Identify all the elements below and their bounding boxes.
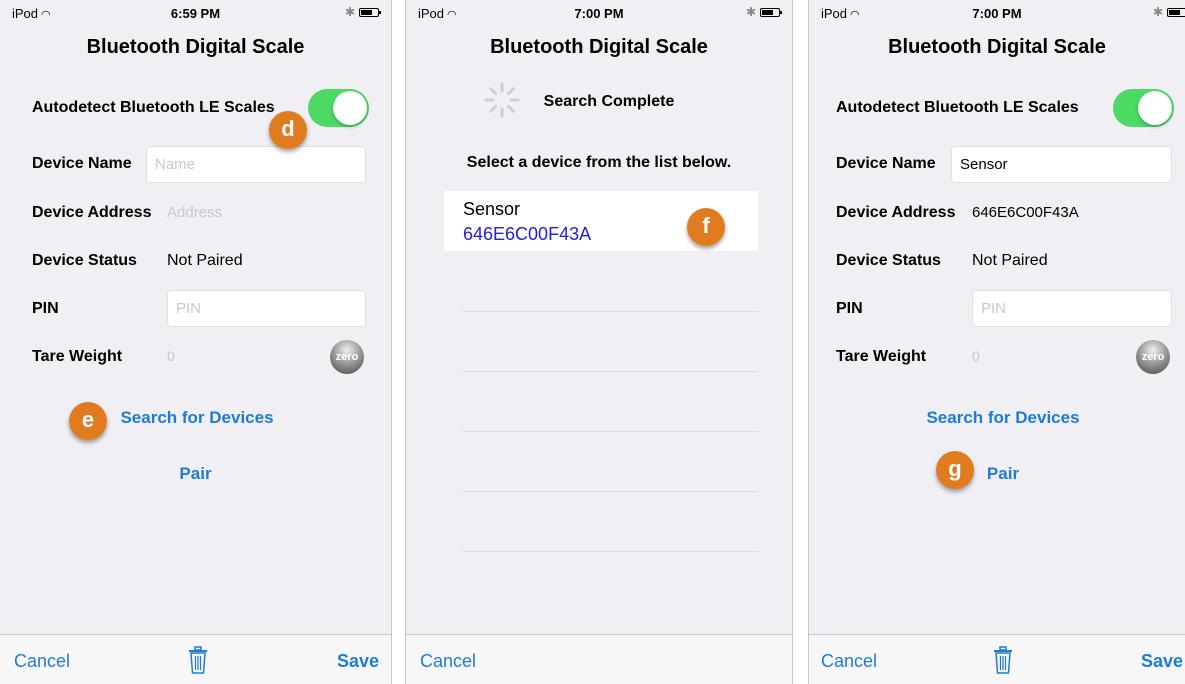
tare-weight-value: 0 [972,348,980,364]
device-address-value: 646E6C00F43A [972,204,1079,221]
pin-field[interactable] [972,290,1172,327]
list-separator [462,491,758,492]
device-status-label: Device Status [32,252,137,269]
status-time: 7:00 PM [972,6,1022,21]
device-name-field[interactable] [951,146,1172,183]
pair-link[interactable]: Pair [809,464,1185,484]
bluetooth-icon: ✱ [1152,5,1163,19]
cancel-button[interactable]: Cancel [14,651,70,672]
pin-field[interactable] [167,290,366,327]
callout-badge-f: f [687,208,725,246]
trash-icon[interactable] [188,645,208,675]
page-title: Bluetooth Digital Scale [490,36,708,58]
device-address-label: Device Address [836,204,956,221]
device-name-label: Device Name [32,155,132,172]
list-separator [462,371,758,372]
search-for-devices-link[interactable]: Search for Devices [809,408,1185,428]
device-name-label: Device Name [836,155,936,172]
list-separator [462,311,758,312]
zero-button[interactable]: zero [1136,340,1170,374]
page-title: Bluetooth Digital Scale [86,36,305,58]
autodetect-toggle[interactable] [308,89,369,127]
tare-weight-value: 0 [167,348,175,364]
cancel-button[interactable]: Cancel [420,651,476,672]
toggle-knob [1138,91,1172,125]
status-time: 6:59 PM [170,6,221,21]
callout-badge-g: g [936,451,974,489]
device-list-item-address: 646E6C00F43A [463,224,592,244]
instruction-text: Select a device from the list below. [466,154,732,171]
callout-badge-e: e [69,402,107,440]
toggle-knob [333,91,367,125]
device-address-value: Address [167,204,223,221]
device-status-value: Not Paired [167,252,243,269]
status-bar: iPod ◠ 7:00 PM ✱ [809,0,1185,22]
autodetect-label: Autodetect Bluetooth LE Scales [32,99,275,116]
pin-label: PIN [836,300,863,317]
device-status-value: Not Paired [972,252,1048,269]
tare-weight-label: Tare Weight [32,348,123,365]
device-name-field[interactable] [146,146,366,183]
trash-icon[interactable] [993,645,1013,675]
tare-weight-label: Tare Weight [836,348,927,365]
device-list-item-name: Sensor [463,199,521,219]
bottom-toolbar: Cancel [406,634,792,684]
callout-badge-d: d [269,111,307,149]
list-separator [462,431,758,432]
autodetect-label: Autodetect Bluetooth LE Scales [836,99,1079,116]
status-time: 7:00 PM [574,6,624,21]
page-title: Bluetooth Digital Scale [888,36,1106,58]
status-bar: iPod ◠ 7:00 PM ✱ [406,0,792,22]
status-bar: iPod ◠ 6:59 PM ✱ [0,0,391,22]
zero-button[interactable]: zero [330,340,364,374]
screen-device-search: iPod ◠ 7:00 PM ✱ Bluetooth Digital Scale … [405,0,793,684]
save-button[interactable]: Save [337,651,379,672]
pin-label: PIN [32,300,59,317]
bottom-toolbar: Cancel Save [0,634,391,684]
cancel-button[interactable]: Cancel [821,651,877,672]
screen-settings-selected: iPod ◠ 7:00 PM ✱ Bluetooth Digital Scale … [808,0,1185,684]
bluetooth-icon: ✱ [745,5,756,19]
list-separator [462,551,758,552]
device-status-label: Device Status [836,252,941,269]
pair-link[interactable]: Pair [0,464,391,484]
autodetect-toggle[interactable] [1113,89,1174,127]
screen-settings-initial: iPod ◠ 6:59 PM ✱ Bluetooth Digital Scale … [0,0,392,684]
bottom-toolbar: Cancel Save [809,634,1185,684]
bluetooth-icon: ✱ [344,5,355,19]
battery-icon [1167,8,1185,17]
device-address-label: Device Address [32,204,152,221]
save-button[interactable]: Save [1141,651,1183,672]
search-status: Search Complete [543,93,675,110]
search-for-devices-link[interactable]: Search for Devices [0,408,391,428]
battery-icon [760,8,782,17]
battery-icon [359,8,381,17]
